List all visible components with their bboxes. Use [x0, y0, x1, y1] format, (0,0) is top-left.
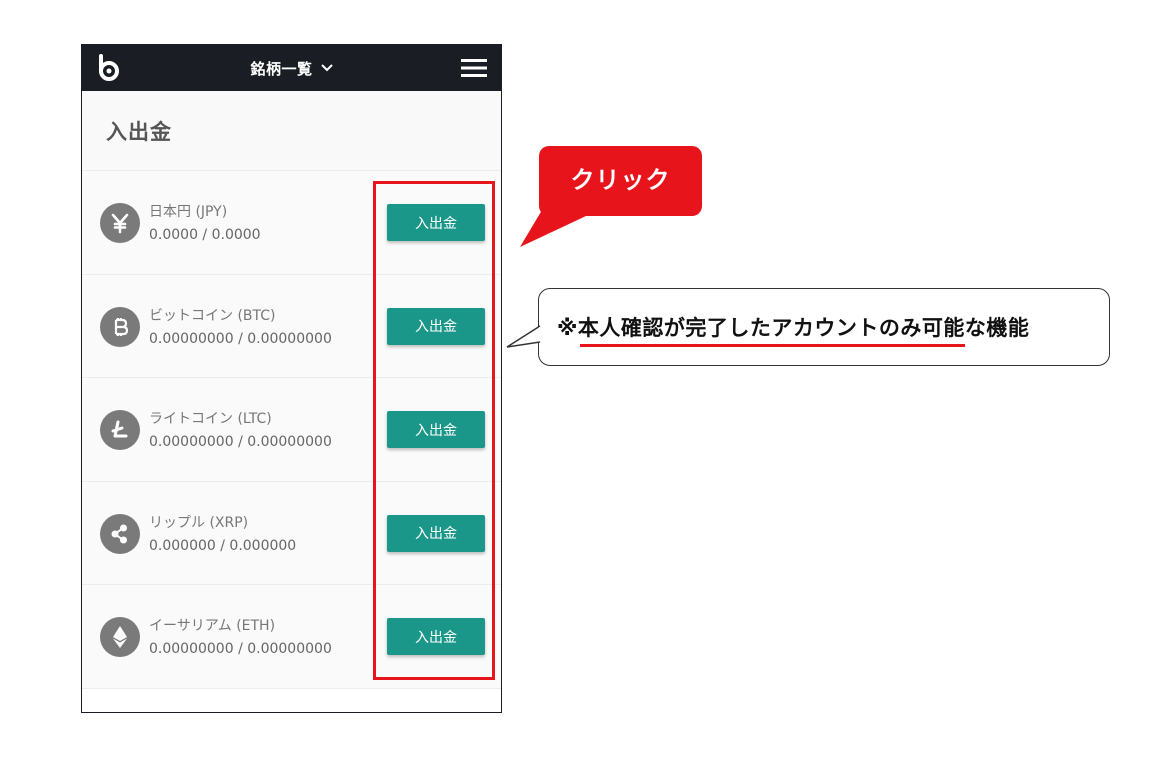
asset-balance: 0.00000000 / 0.00000000	[149, 434, 332, 450]
asset-name: イーサリアム (ETH)	[149, 618, 276, 634]
stage: 銘柄一覧 入出金 日本円 (JPY) 0.0000 / 0.0000 入出金 ビ…	[0, 0, 1163, 759]
ripple-icon	[100, 513, 140, 554]
click-callout-label: クリック	[570, 165, 671, 194]
market-list-dropdown[interactable]: 銘柄一覧	[82, 45, 501, 91]
note-callout: ※本人確認が完了したアカウントのみ可能な機能	[538, 288, 1110, 366]
asset-name: リップル (XRP)	[149, 514, 249, 531]
top-navbar: 銘柄一覧	[82, 45, 501, 91]
note-callout-tail	[506, 325, 541, 348]
nav-title-label: 銘柄一覧	[250, 59, 313, 78]
litecoin-icon	[100, 410, 140, 450]
note-callout-text: ※本人確認が完了したアカウントのみ可能な機能	[557, 316, 1030, 340]
chevron-down-icon	[320, 64, 333, 72]
button-highlight-box	[373, 181, 495, 680]
note-underline	[580, 344, 965, 347]
bitcoin-icon	[100, 306, 140, 347]
hamburger-menu-icon[interactable]	[461, 58, 487, 78]
asset-balance: 0.00000000 / 0.00000000	[149, 330, 332, 347]
asset-balance: 0.000000 / 0.000000	[149, 537, 297, 554]
page-header: 入出金	[82, 91, 501, 171]
asset-name: 日本円 (JPY)	[149, 204, 228, 220]
page-title: 入出金	[106, 119, 172, 144]
click-callout: クリック	[539, 146, 702, 216]
ethereum-icon	[100, 617, 140, 657]
asset-name: ライトコイン (LTC)	[149, 411, 272, 427]
yen-icon	[100, 203, 140, 243]
asset-balance: 0.0000 / 0.0000	[149, 227, 261, 243]
asset-balance: 0.00000000 / 0.00000000	[149, 641, 332, 657]
asset-name: ビットコイン (BTC)	[149, 307, 276, 324]
